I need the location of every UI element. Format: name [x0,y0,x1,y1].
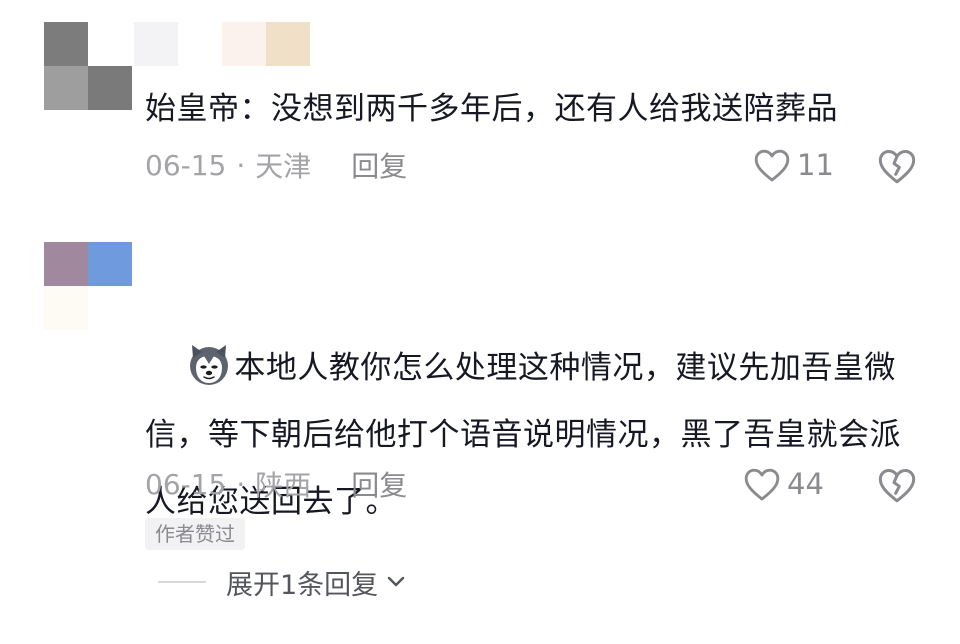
heart-outline-icon [754,149,790,182]
husky-dog-emoji-icon [190,345,229,385]
comment-meta: 06-15 · 陕西 回复 [145,464,407,504]
heart-outline-icon [744,468,780,501]
comment-item: 始皇帝：没想到两千多年后，还有人给我送陪葬品 06-15 · 天津 回复 11 [0,0,960,220]
avatar[interactable] [44,22,132,110]
comment-location: 天津 [255,150,312,183]
like-count: 11 [797,148,834,182]
expand-replies-label: 展开1条回复 [226,569,379,601]
comment-text: 本地人教你怎么处理这种情况，建议先加吾皇微信，等下朝后给他打个语音说明情况，黑了… [145,268,925,603]
comment-date: 06-15 [145,148,227,182]
reply-button[interactable]: 回复 [351,464,407,504]
expand-divider [158,581,206,583]
chevron-down-icon [387,576,405,587]
comment-date: 06-15 [145,467,227,501]
comment-meta: 06-15 · 天津 回复 [145,145,407,185]
comment-item: 本地人教你怎么处理这种情况，建议先加吾皇微信，等下朝后给他打个语音说明情况，黑了… [0,220,960,644]
broken-heart-icon[interactable] [877,465,917,505]
comment-location: 陕西 [255,469,312,502]
comment-text: 始皇帝：没想到两千多年后，还有人给我送陪葬品 [145,91,838,127]
like-button[interactable]: 11 [753,145,834,185]
author-liked-badge: 作者赞过 [145,518,245,550]
like-count: 44 [787,467,824,501]
meta-separator: · [236,467,246,501]
avatar[interactable] [44,242,132,330]
like-button[interactable]: 44 [743,464,824,504]
reply-button[interactable]: 回复 [351,145,407,185]
expand-replies-button[interactable]: 展开1条回复 [158,562,408,602]
username-blurred[interactable] [134,22,314,66]
broken-heart-icon[interactable] [877,146,917,186]
meta-separator: · [236,148,246,182]
